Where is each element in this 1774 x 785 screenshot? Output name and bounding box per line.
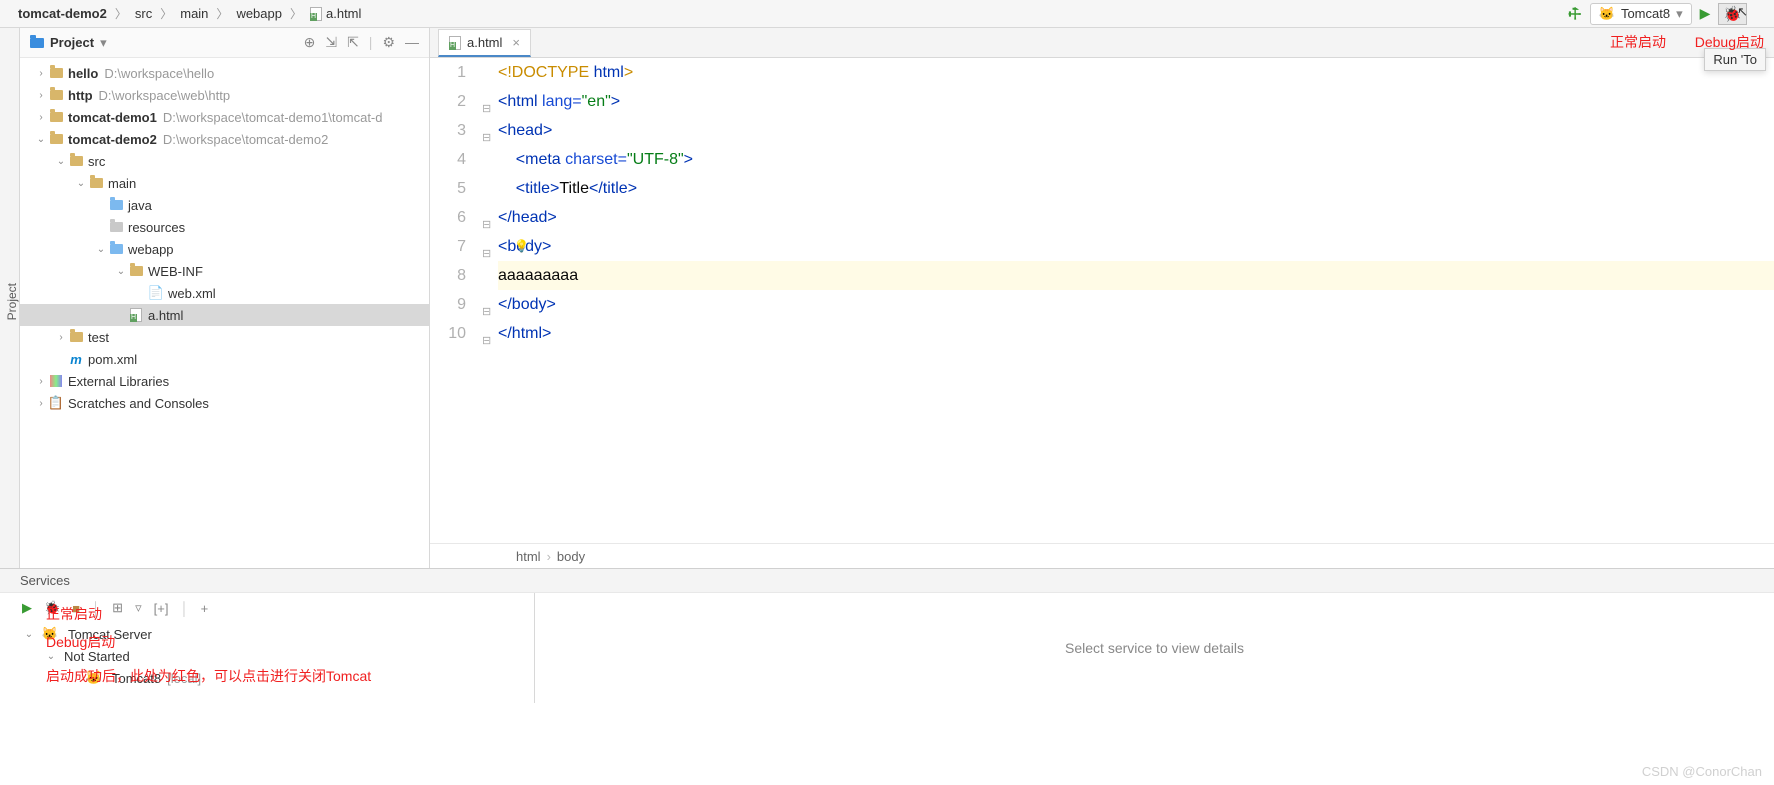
folder-icon [68, 332, 84, 342]
tree-item[interactable]: ⌄webapp [20, 238, 429, 260]
folder-icon [68, 156, 84, 166]
folder-icon [108, 244, 124, 254]
service-item[interactable]: ⌄🐱Tomcat Server [22, 623, 534, 645]
folder-icon [48, 112, 64, 122]
expand-icon[interactable]: ⇲ [325, 34, 337, 51]
editor-tab[interactable]: a.html × [438, 29, 531, 57]
tree-item[interactable]: ⌄WEB-INF [20, 260, 429, 282]
html-file-icon [128, 308, 144, 322]
code-editor[interactable]: <!DOCTYPE html><html lang="en"><head> <m… [498, 58, 1774, 543]
fold-column[interactable]: ⊟⊟⊟⊟⊟⊟ [480, 58, 498, 543]
locate-icon[interactable]: ⊕ [304, 34, 316, 51]
service-run-button[interactable]: ▶ [22, 600, 32, 616]
services-panel-header[interactable]: Services [0, 568, 1774, 593]
tomcat-icon: 🐱 [42, 626, 58, 642]
breadcrumb-item[interactable]: src [129, 6, 158, 21]
breadcrumb-item[interactable]: webapp [230, 6, 288, 21]
project-icon [30, 38, 44, 48]
tree-item[interactable]: ›tomcat-demo1D:\workspace\tomcat-demo1\t… [20, 106, 429, 128]
watermark: CSDN @ConorChan [1642, 764, 1762, 779]
breadcrumb-bar: tomcat-demo2〉src〉main〉webapp〉a.html [0, 5, 1568, 22]
folder-icon [108, 200, 124, 210]
tree-item[interactable]: resources [20, 216, 429, 238]
folder-icon [88, 178, 104, 188]
filter-icon[interactable]: ▿ [135, 600, 142, 616]
folder-icon [128, 266, 144, 276]
tree-item[interactable]: ›helloD:\workspace\hello [20, 62, 429, 84]
service-debug-button[interactable]: 🐞 [44, 600, 60, 616]
close-icon[interactable]: × [512, 35, 520, 50]
run-config-selector[interactable]: 🐱 Tomcat8 ▾ [1590, 3, 1692, 25]
collapse-icon[interactable]: ⇱ [347, 34, 359, 51]
tree-item[interactable]: ⌄tomcat-demo2D:\workspace\tomcat-demo2 [20, 128, 429, 150]
service-item[interactable]: 🐱Tomcat8 [local] [22, 667, 534, 689]
breadcrumb-item[interactable]: tomcat-demo2 [12, 6, 113, 21]
tree-item[interactable]: ⌄main [20, 172, 429, 194]
editor-breadcrumbs[interactable]: html › body [430, 543, 1774, 568]
tree-item[interactable]: ›External Libraries [20, 370, 429, 392]
chevron-down-icon: ▾ [1676, 6, 1683, 22]
breadcrumb-item[interactable]: main [174, 6, 214, 21]
run-button[interactable]: ▶ [1700, 5, 1711, 22]
maven-icon: m [68, 352, 84, 367]
xml-file-icon: 📄 [148, 285, 164, 301]
tree-item[interactable]: mpom.xml [20, 348, 429, 370]
project-tool-tab[interactable]: Project [0, 28, 20, 568]
add-icon[interactable]: [+] [154, 601, 169, 616]
services-tree[interactable]: ⌄🐱Tomcat Server⌄Not Started🐱Tomcat8 [loc… [0, 623, 534, 689]
gear-icon[interactable]: ⚙ [382, 34, 395, 51]
tab-label: a.html [467, 35, 502, 50]
folder-icon [48, 90, 64, 100]
library-icon [48, 375, 64, 387]
plus-icon[interactable]: + [201, 601, 209, 616]
breadcrumb-item[interactable]: a.html [304, 6, 367, 21]
service-details-placeholder: Select service to view details [535, 593, 1774, 703]
resources-icon [108, 222, 124, 232]
line-gutter: 12345678910 [430, 58, 480, 543]
tree-item[interactable]: ›📋Scratches and Consoles [20, 392, 429, 414]
tree-item[interactable]: ⌄src [20, 150, 429, 172]
service-item[interactable]: ⌄Not Started [22, 645, 534, 667]
folder-icon [48, 68, 64, 78]
run-tooltip: Run 'To [1704, 48, 1766, 71]
folder-icon [48, 134, 64, 144]
tree-item[interactable]: 📄web.xml [20, 282, 429, 304]
tomcat-icon: 🐱 [1599, 6, 1615, 22]
run-config-label: Tomcat8 [1621, 6, 1670, 21]
html-file-icon [449, 36, 461, 50]
tree-view-icon[interactable]: ⊞ [112, 600, 123, 616]
cursor-icon: ↖ [1737, 4, 1748, 20]
tree-item[interactable]: ›httpD:\workspace\web\http [20, 84, 429, 106]
tree-item[interactable]: java [20, 194, 429, 216]
project-panel-title: Project [50, 35, 94, 50]
tree-item[interactable]: ›test [20, 326, 429, 348]
minimize-icon[interactable]: — [405, 34, 419, 51]
service-stop-button[interactable]: ■ [72, 601, 80, 616]
tomcat-icon: 🐱 [86, 670, 102, 686]
tree-item[interactable]: a.html [20, 304, 429, 326]
scratch-icon: 📋 [48, 395, 64, 411]
chevron-down-icon[interactable]: ▾ [100, 35, 107, 51]
project-tree[interactable]: ›helloD:\workspace\hello›httpD:\workspac… [20, 58, 429, 568]
